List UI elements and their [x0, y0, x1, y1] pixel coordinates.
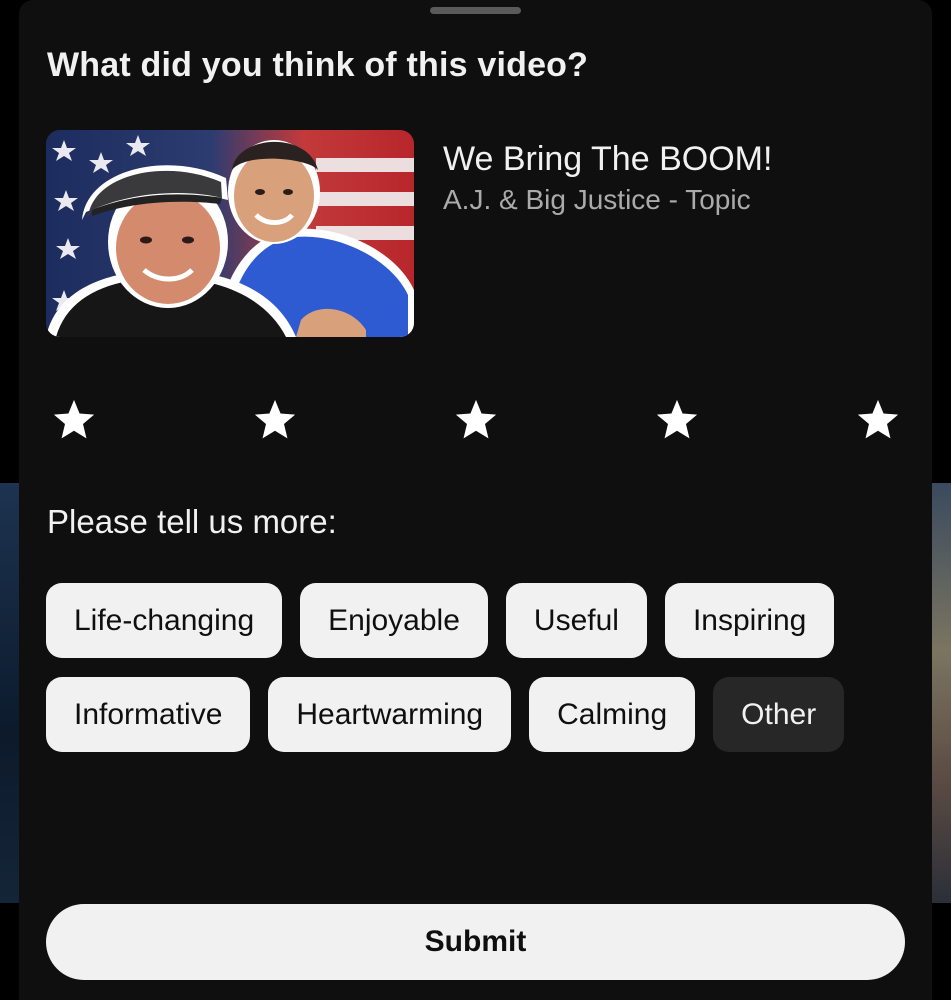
- video-title: We Bring The BOOM!: [443, 140, 773, 178]
- chip-life-changing[interactable]: Life-changing: [46, 583, 283, 658]
- star-icon: [857, 399, 899, 439]
- star-icon: [53, 399, 95, 439]
- star-2-button[interactable]: [247, 392, 303, 448]
- chip-enjoyable[interactable]: Enjoyable: [300, 583, 488, 658]
- video-thumbnail: [46, 130, 414, 337]
- chip-other[interactable]: Other: [713, 677, 845, 752]
- video-channel: A.J. & Big Justice - Topic: [443, 184, 751, 215]
- star-5-button[interactable]: [850, 392, 906, 448]
- submit-button[interactable]: Submit: [46, 904, 905, 980]
- chip-heartwarming[interactable]: Heartwarming: [268, 677, 512, 752]
- star-1-button[interactable]: [46, 392, 102, 448]
- chip-calming[interactable]: Calming: [529, 677, 696, 752]
- chip-inspiring[interactable]: Inspiring: [664, 583, 835, 658]
- dialog-title: What did you think of this video?: [47, 46, 589, 84]
- chip-informative[interactable]: Informative: [46, 677, 251, 752]
- star-icon: [656, 399, 698, 439]
- background-video-left: [0, 483, 20, 903]
- background-video-right: [931, 483, 951, 903]
- star-icon: [254, 399, 296, 439]
- feedback-sheet: What did you think of this video? We Bri…: [19, 0, 932, 1000]
- star-4-button[interactable]: [649, 392, 705, 448]
- star-3-button[interactable]: [448, 392, 504, 448]
- star-icon: [455, 399, 497, 439]
- drag-handle[interactable]: [430, 7, 521, 14]
- feedback-chips: Life-changing Enjoyable Useful Inspiring…: [46, 583, 906, 752]
- chip-useful[interactable]: Useful: [505, 583, 647, 658]
- feedback-prompt: Please tell us more:: [47, 503, 337, 540]
- star-rating: [46, 392, 906, 448]
